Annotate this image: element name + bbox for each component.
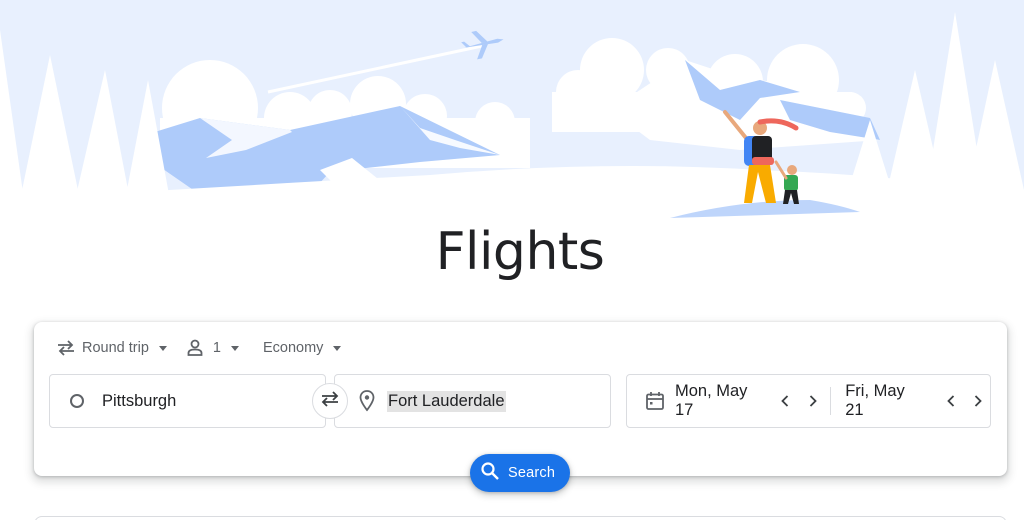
destination-value: Fort Lauderdale <box>387 390 506 412</box>
chevron-left-icon[interactable] <box>774 389 797 413</box>
swap-icon <box>320 390 340 413</box>
page-title: Flights <box>435 222 605 282</box>
cabin-class-label: Economy <box>262 340 324 356</box>
hero-illustration <box>0 0 1024 232</box>
swap-trip-icon <box>56 338 76 358</box>
swap-button[interactable] <box>312 383 348 419</box>
search-button[interactable]: Search <box>470 454 570 492</box>
results-card-edge <box>34 516 1007 520</box>
chevron-right-icon[interactable] <box>967 389 990 413</box>
trip-type-label: Round trip <box>82 340 149 356</box>
date-divider <box>830 387 832 415</box>
origin-value: Pittsburgh <box>102 391 177 410</box>
calendar-icon <box>645 391 665 411</box>
chevron-right-icon[interactable] <box>801 389 824 413</box>
chevron-left-icon[interactable] <box>939 389 962 413</box>
dates-field: Mon, May 17 Fri, May 21 <box>626 374 991 428</box>
search-options-row: Round trip 1 Economy <box>48 336 342 360</box>
origin-circle-icon <box>70 394 84 408</box>
chevron-down-icon <box>333 345 342 351</box>
location-pin-icon <box>359 390 375 412</box>
search-icon <box>480 461 500 486</box>
passengers-count: 1 <box>212 340 221 356</box>
chevron-down-icon <box>158 345 167 351</box>
person-icon <box>185 338 205 358</box>
departure-date[interactable]: Mon, May 17 <box>675 382 768 420</box>
search-button-label: Search <box>508 465 556 481</box>
cabin-class-dropdown[interactable]: Economy <box>262 336 342 360</box>
origin-field[interactable]: Pittsburgh <box>49 374 326 428</box>
return-date[interactable]: Fri, May 21 <box>845 382 925 420</box>
destination-field[interactable]: Fort Lauderdale <box>334 374 611 428</box>
trip-type-dropdown[interactable]: Round trip <box>56 336 167 360</box>
passengers-dropdown[interactable]: 1 <box>185 336 239 360</box>
chevron-down-icon <box>230 345 239 351</box>
flight-search-card: Round trip 1 Economy Pittsburgh Fort Lau… <box>34 322 1007 476</box>
